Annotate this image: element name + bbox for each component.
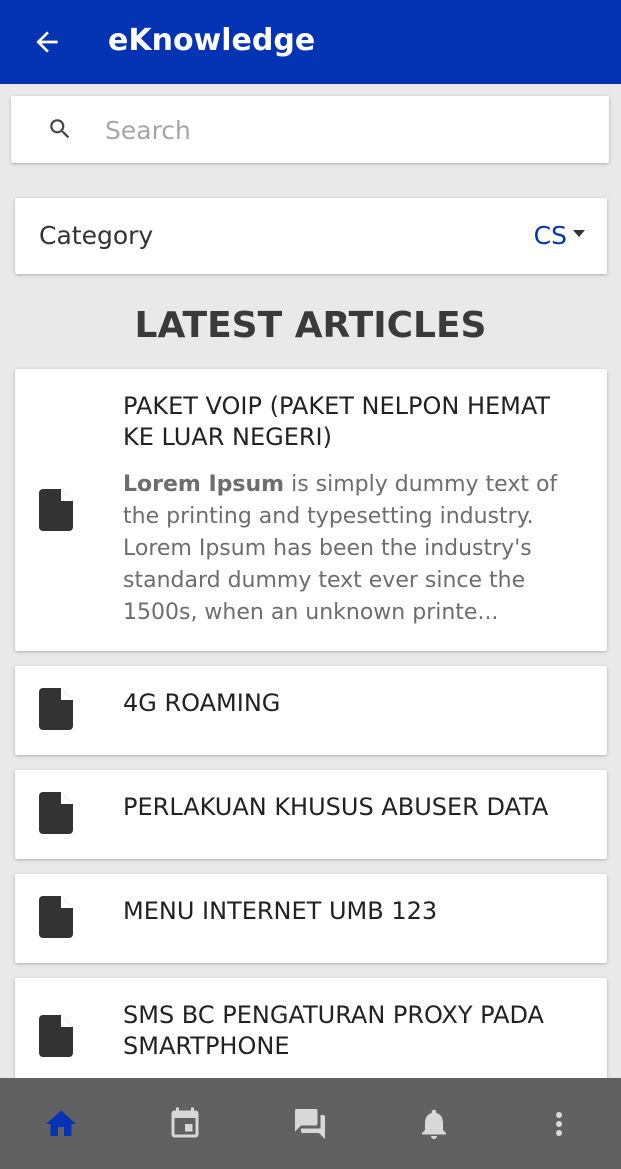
search-bar <box>11 96 609 163</box>
bell-icon[interactable] <box>416 1106 452 1142</box>
article-title: 4G ROAMING <box>123 689 281 717</box>
bottom-navigation <box>0 1078 621 1169</box>
article-title: PERLAKUAN KHUSUS ABUSER DATA <box>123 793 549 821</box>
article-card[interactable]: PAKET VOIP (PAKET NELPON HEMAT KE LUAR N… <box>15 369 607 651</box>
section-title: LATEST ARTICLES <box>134 305 487 346</box>
article-excerpt: Lorem Ipsum is simply dummy text of the … <box>123 469 585 629</box>
document-icon <box>39 1015 73 1057</box>
more-vert-icon[interactable] <box>541 1106 577 1142</box>
dropdown-caret-icon <box>573 229 585 237</box>
app-bar: eKnowledge <box>0 0 621 84</box>
article-card[interactable]: SMS BC PENGATURAN PROXY PADA SMARTPHONE <box>15 978 607 1088</box>
calendar-icon[interactable] <box>167 1106 203 1142</box>
excerpt-bold: Lorem Ipsum <box>123 472 285 497</box>
back-arrow-icon[interactable] <box>30 26 64 58</box>
document-icon <box>39 896 73 938</box>
article-card[interactable]: 4G ROAMING <box>15 666 607 755</box>
home-icon[interactable] <box>43 1106 79 1142</box>
article-card[interactable]: PERLAKUAN KHUSUS ABUSER DATA <box>15 770 607 859</box>
category-label: Category <box>39 221 154 250</box>
forum-icon[interactable] <box>292 1106 328 1142</box>
category-dropdown[interactable]: CS <box>534 218 585 254</box>
app-title: eKnowledge <box>108 23 316 58</box>
search-icon <box>50 119 70 139</box>
article-title: SMS BC PENGATURAN PROXY PADA SMARTPHONE <box>123 1001 544 1060</box>
article-card[interactable]: MENU INTERNET UMB 123 <box>15 874 607 963</box>
category-selected-value: CS <box>533 221 567 250</box>
document-icon <box>39 792 73 834</box>
article-title: MENU INTERNET UMB 123 <box>123 897 438 925</box>
search-input[interactable] <box>105 108 585 152</box>
document-icon <box>39 688 73 730</box>
document-icon <box>39 489 73 531</box>
article-title: PAKET VOIP (PAKET NELPON HEMAT KE LUAR N… <box>123 392 551 451</box>
category-row: Category CS <box>15 198 607 274</box>
